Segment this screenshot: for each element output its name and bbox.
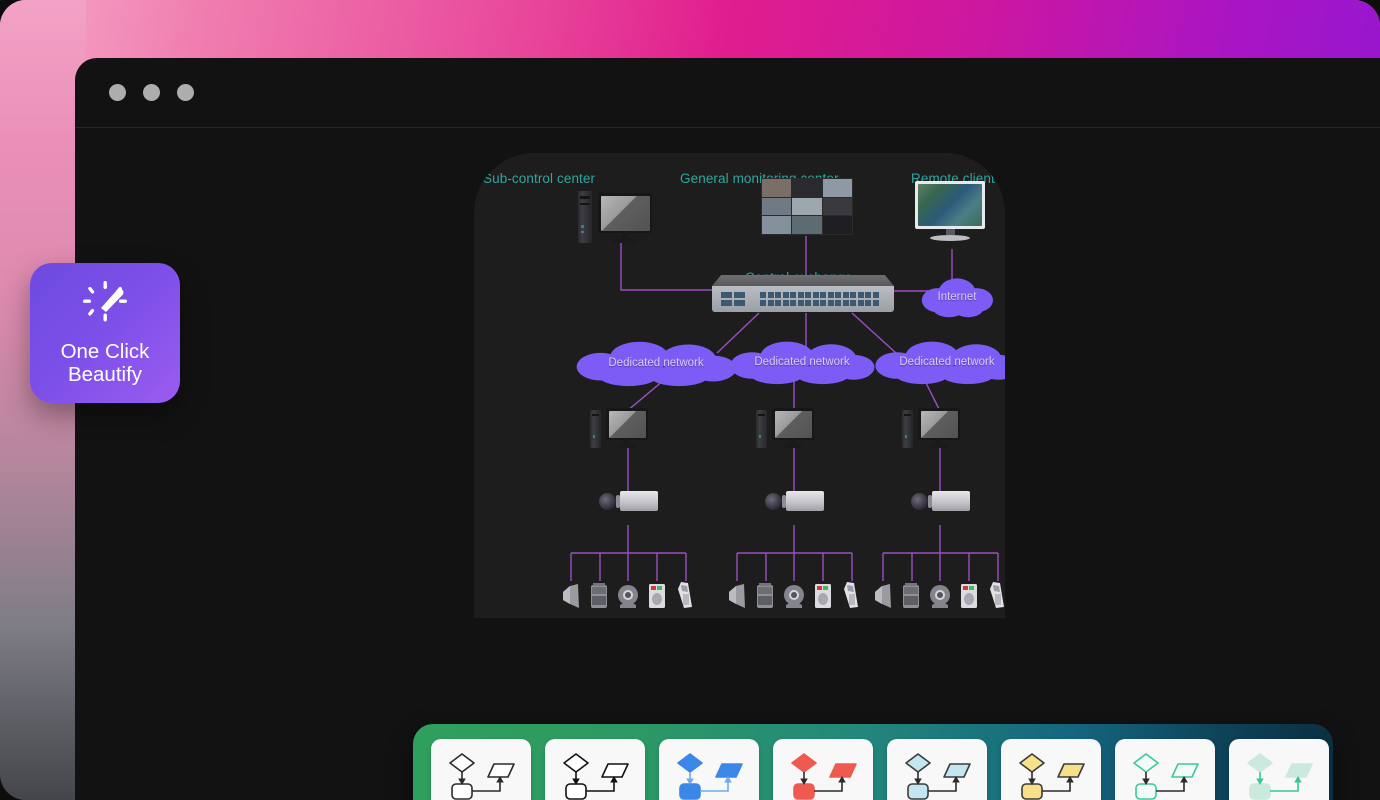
horn-speaker-icon <box>872 583 894 614</box>
dome-camera-icon <box>616 583 640 614</box>
desktop-monitor-icon <box>606 408 648 448</box>
beautify-line-1: One Click <box>60 339 150 363</box>
horn-speaker-icon <box>560 583 582 614</box>
cloud-dedicated-network-1[interactable]: Dedicated network <box>573 339 739 387</box>
diagram-canvas[interactable]: Sub-control center General monitoring ce… <box>474 153 1005 618</box>
cordless-phone-icon <box>986 581 1005 614</box>
theme-preview-icon <box>449 753 515 800</box>
theme-preview-icon <box>563 753 629 800</box>
editor-workspace: Sub-control center General monitoring ce… <box>75 128 1380 800</box>
remote-client-monitor[interactable] <box>915 181 985 241</box>
central-exchange-switch[interactable] <box>712 275 894 312</box>
cloud-label: Dedicated network <box>608 357 704 369</box>
theme-thumbnail-yellow[interactable] <box>1001 739 1101 800</box>
magic-wand-sparkle-icon <box>81 280 129 331</box>
horn-speaker-icon <box>726 583 748 614</box>
intercom-station-icon <box>901 583 921 614</box>
window-titlebar <box>75 58 1380 128</box>
theme-thumbnail-blue-solid[interactable] <box>659 739 759 800</box>
cloud-internet-label: Internet <box>937 291 977 303</box>
desktop-monitor-icon <box>772 408 814 448</box>
comm-device-row-2[interactable] <box>726 581 860 614</box>
pc-tower-icon <box>578 191 592 243</box>
theme-thumbnail-red-solid[interactable] <box>773 739 873 800</box>
cloud-label: Dedicated network <box>899 356 995 368</box>
door-station-icon <box>647 583 667 614</box>
theme-preview-icon <box>677 753 743 800</box>
cordless-phone-icon <box>674 581 694 614</box>
cctv-camera-3[interactable] <box>911 491 970 511</box>
door-station-icon <box>959 583 979 614</box>
video-wall[interactable] <box>761 178 853 235</box>
label-sub-control-center: Sub-control center <box>483 171 596 186</box>
door-station-icon <box>813 583 833 614</box>
traffic-light-buttons <box>109 84 194 101</box>
theme-preview-icon <box>1247 753 1313 800</box>
one-click-beautify-button[interactable]: One Click Beautify <box>30 263 180 403</box>
comm-device-row-1[interactable] <box>560 581 694 614</box>
theme-preview-icon <box>1133 753 1199 800</box>
desktop-monitor-icon <box>598 193 652 243</box>
branch-workstation-3[interactable] <box>902 408 960 448</box>
dome-camera-icon <box>782 583 806 614</box>
pc-tower-icon <box>902 410 913 448</box>
intercom-station-icon <box>755 583 775 614</box>
theme-preview-icon <box>1019 753 1085 800</box>
close-button[interactable] <box>109 84 126 101</box>
cloud-label: Dedicated network <box>754 356 850 368</box>
pc-tower-icon <box>756 410 767 448</box>
theme-thumbnail-mint-soft[interactable] <box>1229 739 1329 800</box>
theme-picker-bar[interactable] <box>413 724 1333 800</box>
theme-thumbnail-outline-bold[interactable] <box>545 739 645 800</box>
theme-thumbnail-outline-light[interactable] <box>431 739 531 800</box>
cctv-camera-2[interactable] <box>765 491 824 511</box>
theme-preview-icon <box>791 753 857 800</box>
branch-workstation-1[interactable] <box>590 408 648 448</box>
maximize-button[interactable] <box>177 84 194 101</box>
theme-thumbnail-mint-outline[interactable] <box>1115 739 1215 800</box>
app-window: Sub-control center General monitoring ce… <box>75 58 1380 800</box>
desktop-monitor-icon <box>918 408 960 448</box>
beautify-line-2: Beautify <box>67 362 143 386</box>
theme-preview-icon <box>905 753 971 800</box>
comm-device-row-3[interactable] <box>872 581 1005 614</box>
branch-workstation-2[interactable] <box>756 408 814 448</box>
cloud-dedicated-network-3[interactable]: Dedicated network <box>872 339 1005 385</box>
pc-tower-icon <box>590 410 601 448</box>
cloud-internet[interactable]: Internet <box>917 276 997 318</box>
cordless-phone-icon <box>840 581 860 614</box>
theme-thumbnail-light-blue[interactable] <box>887 739 987 800</box>
cloud-dedicated-network-2[interactable]: Dedicated network <box>727 339 877 385</box>
cctv-camera-1[interactable] <box>599 491 658 511</box>
sub-control-workstation[interactable] <box>578 191 652 243</box>
dome-camera-icon <box>928 583 952 614</box>
intercom-station-icon <box>589 583 609 614</box>
minimize-button[interactable] <box>143 84 160 101</box>
